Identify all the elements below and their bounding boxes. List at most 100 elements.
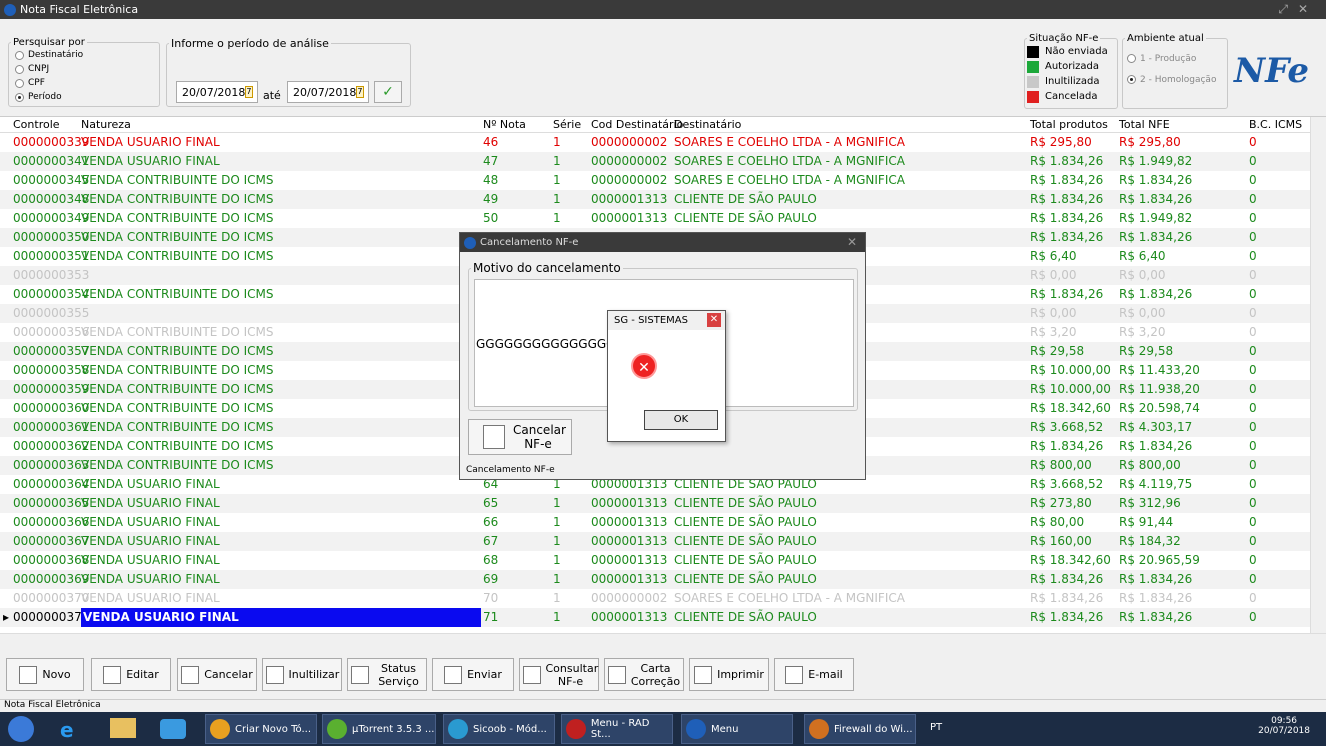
radio-icon[interactable] bbox=[1127, 75, 1136, 84]
email-button[interactable]: E-mail bbox=[774, 658, 854, 691]
taskbar-item[interactable]: µTorrent 3.5.3 ... bbox=[322, 714, 436, 744]
table-cell: 0000000002 bbox=[591, 135, 668, 149]
table-header: Controle Natureza Nº Nota Série Cod Destinat… bbox=[0, 117, 1310, 133]
table-cell: R$ 4.303,17 bbox=[1119, 420, 1193, 434]
cancel-dialog-title: Cancelamento NF-e bbox=[480, 237, 579, 248]
column-header: Destinatário bbox=[674, 118, 742, 131]
calendar-icon[interactable]: 7 bbox=[356, 86, 364, 98]
pencil-icon bbox=[103, 665, 122, 684]
radio-icon[interactable] bbox=[1127, 54, 1136, 63]
cancelar-button[interactable]: Cancelar bbox=[177, 658, 257, 691]
taskbar-item[interactable]: Firewall do Wi... bbox=[804, 714, 916, 744]
windows-taskbar: e 09:56 20/07/2018 PT Criar Novo Tó... µTo… bbox=[0, 712, 1326, 746]
table-row[interactable]: 0000000370 VENDA USUARIO FINAL 70 1 00000000… bbox=[0, 589, 1310, 608]
ambiente-legend: Ambiente atual bbox=[1127, 33, 1204, 44]
table-row[interactable]: ▸ 0000000371 VENDA USUARIO FINAL 71 1 0000001… bbox=[0, 608, 1310, 627]
printer-icon bbox=[694, 665, 713, 684]
table-row[interactable]: 0000000339 VENDA USUARIO FINAL 46 1 00000000… bbox=[0, 133, 1310, 152]
app-icon[interactable] bbox=[160, 719, 186, 739]
ambiente-option-0[interactable]: 1 - Produção bbox=[1127, 48, 1227, 69]
search-option-1[interactable]: CNPJ bbox=[15, 62, 159, 76]
editar-button[interactable]: Editar bbox=[91, 658, 171, 691]
taskbar-item[interactable]: Menu bbox=[681, 714, 793, 744]
table-cell: R$ 18.342,60 bbox=[1030, 553, 1111, 567]
table-row[interactable]: 0000000341 VENDA USUARIO FINAL 47 1 00000000… bbox=[0, 152, 1310, 171]
table-cell: 0 bbox=[1249, 477, 1257, 491]
table-row[interactable]: 0000000345 VENDA CONTRIBUINTE DO ICMS 48 1 0… bbox=[0, 171, 1310, 190]
inultilizar-button[interactable]: Inultilizar bbox=[262, 658, 342, 691]
radio-icon[interactable] bbox=[15, 50, 24, 60]
imprimir-button[interactable]: Imprimir bbox=[689, 658, 769, 691]
table-cell: R$ 4.119,75 bbox=[1119, 477, 1193, 491]
table-row[interactable]: 0000000369 VENDA USUARIO FINAL 69 1 00000013… bbox=[0, 570, 1310, 589]
taskbar-item[interactable]: Menu - RAD St... bbox=[561, 714, 673, 744]
search-option-3[interactable]: Período bbox=[15, 90, 159, 104]
table-cell: 0 bbox=[1249, 401, 1257, 415]
table-row[interactable]: 0000000365 VENDA USUARIO FINAL 65 1 00000013… bbox=[0, 494, 1310, 513]
horizontal-scrollbar[interactable] bbox=[0, 633, 1326, 649]
situacao-label: Inultilizada bbox=[1045, 76, 1100, 87]
check-icon bbox=[444, 665, 463, 684]
date-from-input[interactable]: 20/07/2018 7 bbox=[176, 81, 258, 103]
taskbar-item[interactable]: Criar Novo Tó... bbox=[205, 714, 317, 744]
vertical-scrollbar[interactable] bbox=[1310, 117, 1326, 633]
table-cell: R$ 312,96 bbox=[1119, 496, 1181, 510]
ie-icon[interactable]: e bbox=[60, 718, 84, 742]
table-cell: 46 bbox=[483, 135, 499, 149]
inultilizar-label: Inultilizar bbox=[288, 668, 340, 681]
date-to-value: 20/07/2018 bbox=[293, 85, 357, 99]
ok-button[interactable]: OK bbox=[644, 410, 718, 430]
table-row[interactable]: 0000000368 VENDA USUARIO FINAL 68 1 00000013… bbox=[0, 551, 1310, 570]
table-cell: R$ 1.834,26 bbox=[1030, 572, 1104, 586]
language-indicator[interactable]: PT bbox=[930, 722, 942, 733]
close-icon[interactable]: ✕ bbox=[707, 313, 721, 327]
table-cell: 0 bbox=[1249, 154, 1257, 168]
table-cell: 0000000362 bbox=[13, 439, 90, 453]
enviar-button[interactable]: Enviar bbox=[432, 658, 514, 691]
table-cell: 0000000367 bbox=[13, 534, 90, 548]
folder-icon[interactable] bbox=[110, 718, 136, 738]
column-header: Série bbox=[553, 118, 582, 131]
novo-button[interactable]: Novo bbox=[6, 658, 84, 691]
start-button[interactable] bbox=[8, 716, 34, 742]
radio-label: CPF bbox=[28, 78, 45, 88]
row-selector-icon: ▸ bbox=[3, 610, 10, 624]
radio-icon[interactable] bbox=[15, 64, 24, 74]
table-cell: R$ 295,80 bbox=[1119, 135, 1181, 149]
table-row[interactable]: 0000000367 VENDA USUARIO FINAL 67 1 00000013… bbox=[0, 532, 1310, 551]
carta-correcao-button[interactable]: Carta Correção bbox=[604, 658, 684, 691]
filter-bar: Persquisar por Destinatário CNPJ CPF Períod… bbox=[0, 19, 1326, 117]
clock-date: 20/07/2018 bbox=[1258, 726, 1310, 736]
table-cell: SOARES E COELHO LTDA - A MGNIFICA bbox=[674, 154, 905, 168]
ambiente-option-1[interactable]: 2 - Homologação bbox=[1127, 69, 1227, 90]
table-row[interactable]: 0000000348 VENDA CONTRIBUINTE DO ICMS 49 1 0… bbox=[0, 190, 1310, 209]
error-messagebox: SG - SISTEMAS ✕ ✕ OK bbox=[607, 310, 726, 442]
date-to-input[interactable]: 20/07/2018 7 bbox=[287, 81, 369, 103]
table-cell: 0000000365 bbox=[13, 496, 90, 510]
table-cell: 0000000353 bbox=[13, 268, 90, 282]
cancelar-nfe-button[interactable]: Cancelar NF-e bbox=[468, 419, 572, 455]
table-row[interactable]: 0000000349 VENDA CONTRIBUINTE DO ICMS 50 1 0… bbox=[0, 209, 1310, 228]
table-cell: 1 bbox=[553, 534, 561, 548]
app-icon bbox=[686, 719, 706, 739]
table-cell: 0000000363 bbox=[13, 458, 90, 472]
search-option-2[interactable]: CPF bbox=[15, 76, 159, 90]
app-icon bbox=[327, 719, 347, 739]
search-option-0[interactable]: Destinatário bbox=[15, 48, 159, 62]
close-icon[interactable]: ✕ bbox=[847, 235, 857, 249]
consultar-button[interactable]: Consultar NF-e bbox=[519, 658, 599, 691]
column-header: Total NFE bbox=[1119, 118, 1170, 131]
table-row[interactable]: 0000000366 VENDA USUARIO FINAL 66 1 00000013… bbox=[0, 513, 1310, 532]
window-controls[interactable]: ⤢✕ bbox=[1278, 2, 1318, 17]
taskbar-item[interactable]: Sicoob - Mód... bbox=[443, 714, 555, 744]
situacao-legend: Situação NF-e bbox=[1029, 33, 1099, 44]
table-cell: R$ 0,00 bbox=[1030, 268, 1077, 282]
radio-icon[interactable] bbox=[15, 78, 24, 88]
table-cell: R$ 1.834,26 bbox=[1119, 192, 1193, 206]
apply-filter-button[interactable]: ✓ bbox=[374, 81, 402, 103]
status-servico-button[interactable]: Status Serviço bbox=[347, 658, 427, 691]
table-cell: 0000000358 bbox=[13, 363, 90, 377]
calendar-icon[interactable]: 7 bbox=[245, 86, 253, 98]
radio-icon[interactable] bbox=[15, 92, 24, 102]
table-cell: 0 bbox=[1249, 591, 1257, 605]
